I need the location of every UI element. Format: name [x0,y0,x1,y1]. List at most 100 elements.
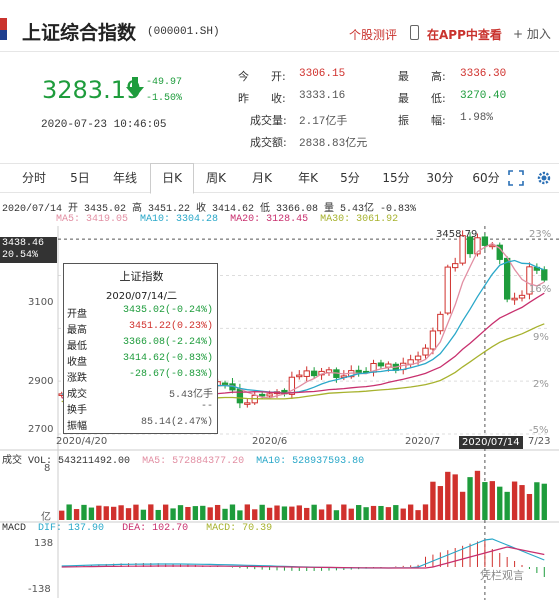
candle-body [310,370,318,377]
candle-body [518,294,526,299]
volume-bar [341,504,347,520]
candle-info-line: 2020/07/14 开 3435.02 高 3451.22 收 3414.62… [2,204,417,215]
volume-bar [229,504,236,520]
stat-value-turnover: 2838.83亿元 [299,138,368,150]
tooltip-row-open: 开盘 3435.02(-0.24%) [64,305,219,320]
tooltip-key: 涨跌 [67,373,87,384]
y-tick-3100: 3100 [28,297,54,308]
tab-monthly-k[interactable]: 月K [244,164,280,192]
x-tick-0723: 7/23 [528,436,551,447]
tab-15min[interactable]: 15分 [376,164,416,192]
ma-legend: MA5: 3419.05 MA10: 3304.28 MA20: 3128.45… [56,214,398,225]
volume-bar [133,504,139,520]
tab-yearly-k[interactable]: 年K [290,164,326,192]
crosshair-price-tag: 3438.46 20.54% [0,237,57,263]
candle-body [437,313,444,332]
x-tick-06: 2020/6 [252,436,288,447]
crosshair-date-tag: 2020/07/14 [459,436,523,449]
volume-bar [474,470,481,520]
review-link[interactable]: 个股测评 [349,26,397,43]
volume-bar [459,491,466,520]
ma5-legend: MA5: 3419.05 [56,214,129,225]
tab-30min[interactable]: 30分 [420,164,460,192]
volume-bar [96,505,102,520]
volume-bar [415,510,421,520]
x-tick-0420: 2020/4/20 [56,436,108,447]
tooltip-value: -- [200,401,213,412]
volume-bar [59,510,65,520]
candle-body [511,297,518,301]
tab-60min[interactable]: 60分 [466,164,506,192]
tab-daily-k[interactable]: 日K [150,163,194,194]
down-arrow-icon [126,77,144,98]
volume-bar [534,482,540,520]
add-watchlist-button[interactable]: + 加入 [513,25,551,42]
header-bar: 上证综合指数 (000001.SH) 个股测评 在APP中查看 + 加入 [0,0,559,52]
volume-bars [59,470,547,520]
macd-y-top: 138 [34,538,54,549]
candle-body [296,374,303,378]
volume-bar [489,481,495,520]
stat-value-volume: 2.17亿手 [299,116,348,128]
tab-5day[interactable]: 5日 [62,164,98,192]
pct-tick-neg5: -5% [529,425,549,436]
volume-bar [541,483,547,520]
pct-tick-16: 16% [529,284,552,295]
volume-bar [81,504,87,520]
volume-bar [296,505,302,520]
candle-body [414,355,422,361]
volume-bar [88,507,95,520]
volume-bar [185,506,191,520]
volume-bar [266,507,273,520]
volume-bar [348,508,354,520]
tooltip-row-change: 涨跌 -28.67(-0.83%) [64,369,219,384]
open-in-app-link[interactable]: 在APP中查看 [427,26,502,43]
tooltip-row-turnover: 换手 -- [64,401,219,416]
stat-value-high: 3336.30 [460,68,507,80]
macd-dea: DEA: 102.70 [122,523,189,534]
tooltip-row-amplitude: 振幅 85.14(2.47%) [64,417,219,432]
settings-gear-icon[interactable] [536,170,552,186]
volume-label: 成交 [2,456,22,467]
volume-bar [519,485,525,520]
volume-bar [222,508,228,520]
candle-body [377,362,385,367]
flag-icon-lower [0,30,7,40]
volume-bar [504,491,510,520]
volume-ma10: MA10: 528937593.80 [256,456,365,467]
ma10-legend: MA10: 3304.28 [140,214,219,225]
page-title: 上证综合指数 [22,22,137,44]
tab-weekly-k[interactable]: 周K [198,164,234,192]
volume-bar [66,504,72,520]
stat-label-volume: 成交量: [250,114,287,127]
macd-label: MACD [2,523,27,534]
stat-label-amplitude: 振 幅: [398,114,446,127]
volume-bar [370,505,377,520]
period-tabs: 分时 5日 年线 日K 周K 月K 年K 5分 15分 30分 60分 [0,163,559,194]
volume-bar [200,505,206,520]
tab-intraday[interactable]: 分时 [14,164,54,192]
y-tick-2900: 2900 [28,376,54,387]
stat-value-low: 3270.40 [460,90,507,102]
quote-timestamp: 2020-07-23 10:46:05 [41,119,167,131]
pct-tick-23: 23% [529,229,552,240]
tooltip-key: 振幅 [67,421,87,432]
ma20-legend: MA20: 3128.45 [230,214,309,225]
macd-value: MACD: 70.39 [206,523,273,534]
y-tick-2700: 2700 [28,424,54,435]
candle-body [355,369,362,374]
volume-y-top: 8 [44,463,51,474]
stat-label-open: 今 开: [238,70,286,83]
tab-yearline[interactable]: 年线 [105,164,145,192]
volume-bar [244,504,250,520]
volume-bar [207,507,213,520]
ma30-legend: MA30: 3061.92 [320,214,399,225]
volume-bar [177,505,184,520]
candle-body [244,402,251,405]
phone-icon [410,25,419,40]
volume-bar [318,509,325,520]
tab-5min[interactable]: 5分 [334,164,366,192]
volume-bar [73,509,80,520]
tooltip-key: 换手 [67,405,87,416]
fullscreen-icon[interactable] [508,170,524,186]
